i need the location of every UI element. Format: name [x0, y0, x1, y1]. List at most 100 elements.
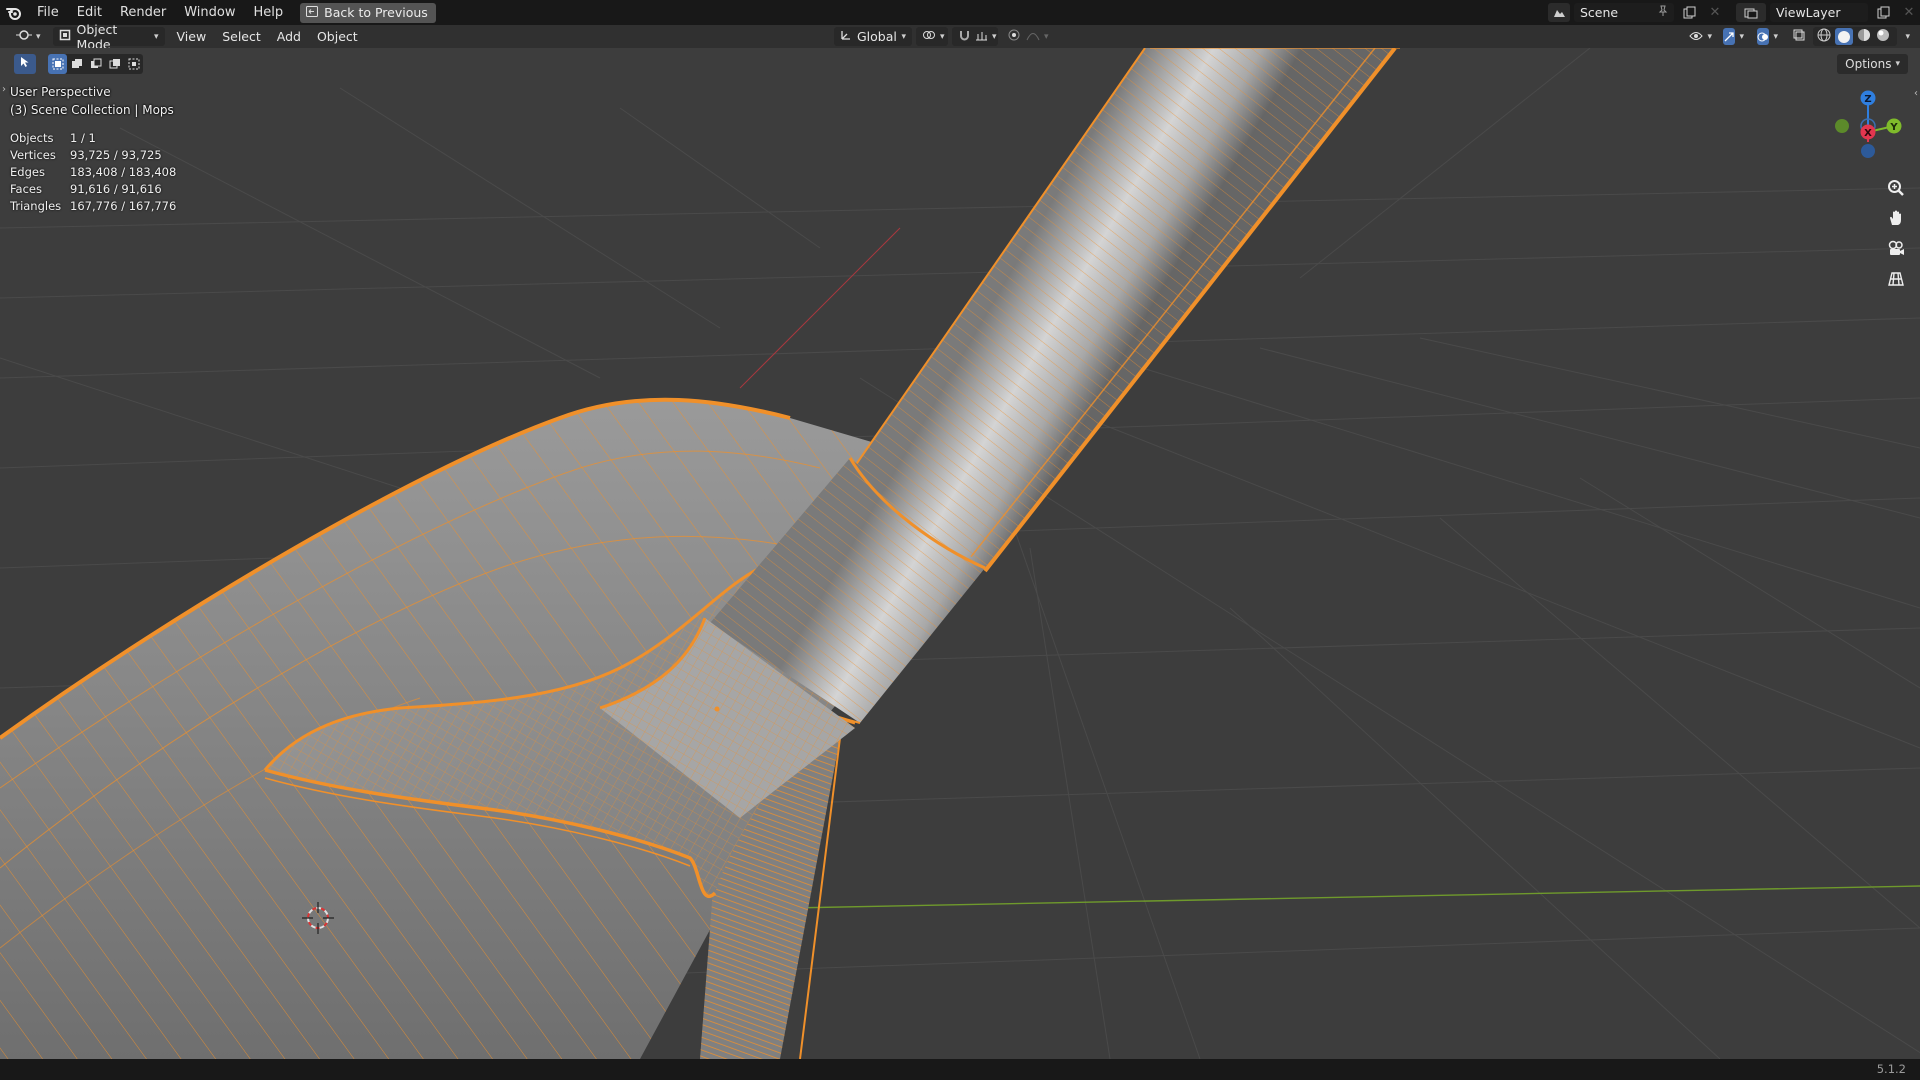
menu-add[interactable]: Add — [271, 27, 307, 46]
wireframe-shading-icon[interactable] — [1816, 27, 1832, 46]
top-menu-bar: File Edit Render Window Help Back to Pre… — [0, 0, 1920, 25]
x-axis-line — [739, 227, 901, 389]
select-extend-icon[interactable] — [67, 54, 86, 74]
blender-logo-icon[interactable] — [0, 0, 28, 25]
delete-scene-icon[interactable]: ✕ — [1704, 3, 1726, 22]
transform-orientation-selector[interactable]: Global ▾ — [834, 27, 912, 46]
stat-row: Objects 1 / 1 — [10, 130, 176, 147]
neg-z-bottom-handle[interactable] — [1861, 144, 1875, 158]
mode-selector[interactable]: Object Mode ▾ — [52, 22, 165, 52]
menu-view[interactable]: View — [171, 27, 213, 46]
gizmo-icon — [1723, 28, 1736, 45]
mode-label: Object Mode — [76, 21, 118, 52]
stat-label: Vertices — [10, 148, 56, 162]
options-dropdown[interactable]: Options ▾ — [1837, 54, 1908, 74]
visibility-selector[interactable]: ▾ — [1683, 27, 1713, 46]
menu-help[interactable]: Help — [245, 0, 293, 25]
orientation-axes-icon — [840, 29, 852, 44]
rendered-shading-icon[interactable] — [1875, 27, 1891, 46]
xray-icon — [1793, 29, 1805, 44]
3d-viewport[interactable]: Options ▾ User Perspective (3) Scene Col… — [0, 48, 1920, 1059]
zoom-icon[interactable] — [1882, 174, 1910, 202]
delete-view-layer-icon[interactable]: ✕ — [1898, 3, 1920, 22]
editor-type-icon — [16, 28, 32, 45]
options-label: Options — [1845, 57, 1892, 71]
orientation-label: Global — [857, 29, 897, 44]
gizmo-z-label: Z — [1864, 94, 1871, 105]
new-scene-icon[interactable] — [1678, 3, 1700, 22]
snapping-group[interactable]: ▾ — [952, 27, 998, 46]
menu-file[interactable]: File — [28, 0, 68, 25]
stat-value: 1 / 1 — [70, 131, 96, 145]
chevron-down-icon: ▾ — [992, 31, 997, 42]
material-shading-icon[interactable] — [1856, 27, 1872, 46]
status-bar: 5.1.2 — [0, 1059, 1920, 1080]
chevron-down-icon: ▾ — [1895, 59, 1900, 69]
sidebar-toggle-chevron-icon[interactable]: ‹ — [1914, 88, 1918, 99]
select-intersect-icon[interactable] — [124, 54, 143, 74]
overlays-icon — [1757, 28, 1770, 45]
perspective-label: User Perspective — [10, 85, 111, 99]
chevron-down-icon: ▾ — [901, 31, 906, 42]
snap-increment-icon — [975, 29, 988, 44]
scene-name-field[interactable]: Scene — [1574, 3, 1674, 22]
viewport-tool-row — [14, 54, 143, 74]
stat-label: Objects — [10, 131, 54, 145]
toolbar-toggle-chevron-icon[interactable]: › — [2, 84, 6, 95]
proportional-editing-icon — [1008, 29, 1020, 44]
chevron-down-icon: ▾ — [1739, 31, 1744, 42]
mop-handle — [854, 48, 1400, 573]
origin-point — [714, 706, 720, 712]
menu-object[interactable]: Object — [311, 27, 364, 46]
navigation-gizmo[interactable]: Z Y X — [1816, 84, 1906, 174]
chevron-down-icon: ▾ — [36, 31, 41, 42]
scene-browse-icon[interactable] — [1548, 3, 1570, 22]
view-layer-field[interactable]: ViewLayer — [1770, 3, 1868, 22]
stat-value: 91,616 / 91,616 — [70, 182, 162, 196]
editor-type-button[interactable]: ▾ — [10, 27, 47, 46]
xray-toggle[interactable] — [1787, 27, 1809, 46]
solid-shading-icon[interactable] — [1835, 28, 1854, 45]
shading-options-chevron-icon[interactable]: ▾ — [1905, 32, 1910, 42]
menu-window[interactable]: Window — [175, 0, 244, 25]
topbar-right-group: Scene ✕ ViewLayer ✕ — [1548, 0, 1920, 25]
stat-label: Edges — [10, 165, 45, 179]
view-layer-browse-icon[interactable] — [1736, 3, 1766, 22]
chevron-down-icon: ▾ — [1707, 31, 1712, 42]
overlays-toggle[interactable]: ▾ — [1751, 27, 1783, 46]
gizmo-x-label: X — [1864, 128, 1872, 139]
proportional-editing-group[interactable]: ▾ — [1002, 27, 1049, 46]
eye-icon — [1689, 29, 1704, 44]
select-new-icon[interactable] — [48, 54, 67, 74]
new-view-layer-icon[interactable] — [1872, 3, 1894, 22]
view-layer-label: ViewLayer — [1776, 5, 1841, 20]
pivot-icon — [922, 29, 936, 44]
gizmo-toggle[interactable]: ▾ — [1717, 27, 1747, 46]
pivot-point-selector[interactable]: ▾ — [916, 27, 948, 46]
version-label: 5.1.2 — [1876, 1062, 1906, 1076]
chevron-down-icon: ▾ — [1773, 31, 1778, 42]
stat-value: 183,408 / 183,408 — [70, 165, 177, 179]
menu-select[interactable]: Select — [216, 27, 267, 46]
gizmo-y-label: Y — [1889, 122, 1898, 133]
select-invert-icon[interactable] — [105, 54, 124, 74]
back-to-previous-button[interactable]: Back to Previous — [300, 2, 436, 23]
scene-statistics: Objects 1 / 1 Vertices 93,725 / 93,725 Edg… — [10, 130, 176, 215]
chevron-down-icon: ▾ — [1044, 31, 1049, 42]
select-subtract-icon[interactable] — [86, 54, 105, 74]
stat-value: 93,725 / 93,725 — [70, 148, 162, 162]
pan-hand-icon[interactable] — [1882, 204, 1910, 232]
pin-icon[interactable] — [1658, 5, 1668, 20]
viewport-header: ▾ Object Mode ▾ View Select Add Object G… — [0, 22, 1920, 52]
magnet-icon — [958, 29, 971, 45]
camera-view-icon[interactable] — [1882, 234, 1910, 262]
stat-row: Triangles 167,776 / 167,776 — [10, 198, 176, 215]
stat-label: Triangles — [10, 199, 62, 213]
ortho-grid-icon[interactable] — [1882, 264, 1910, 292]
shading-modes — [1813, 27, 1898, 46]
chevron-down-icon: ▾ — [940, 31, 945, 42]
stat-row: Edges 183,408 / 183,408 — [10, 164, 176, 181]
neg-y-handle[interactable] — [1835, 119, 1849, 133]
chevron-down-icon: ▾ — [154, 31, 159, 42]
select-tool-button[interactable] — [14, 54, 36, 74]
